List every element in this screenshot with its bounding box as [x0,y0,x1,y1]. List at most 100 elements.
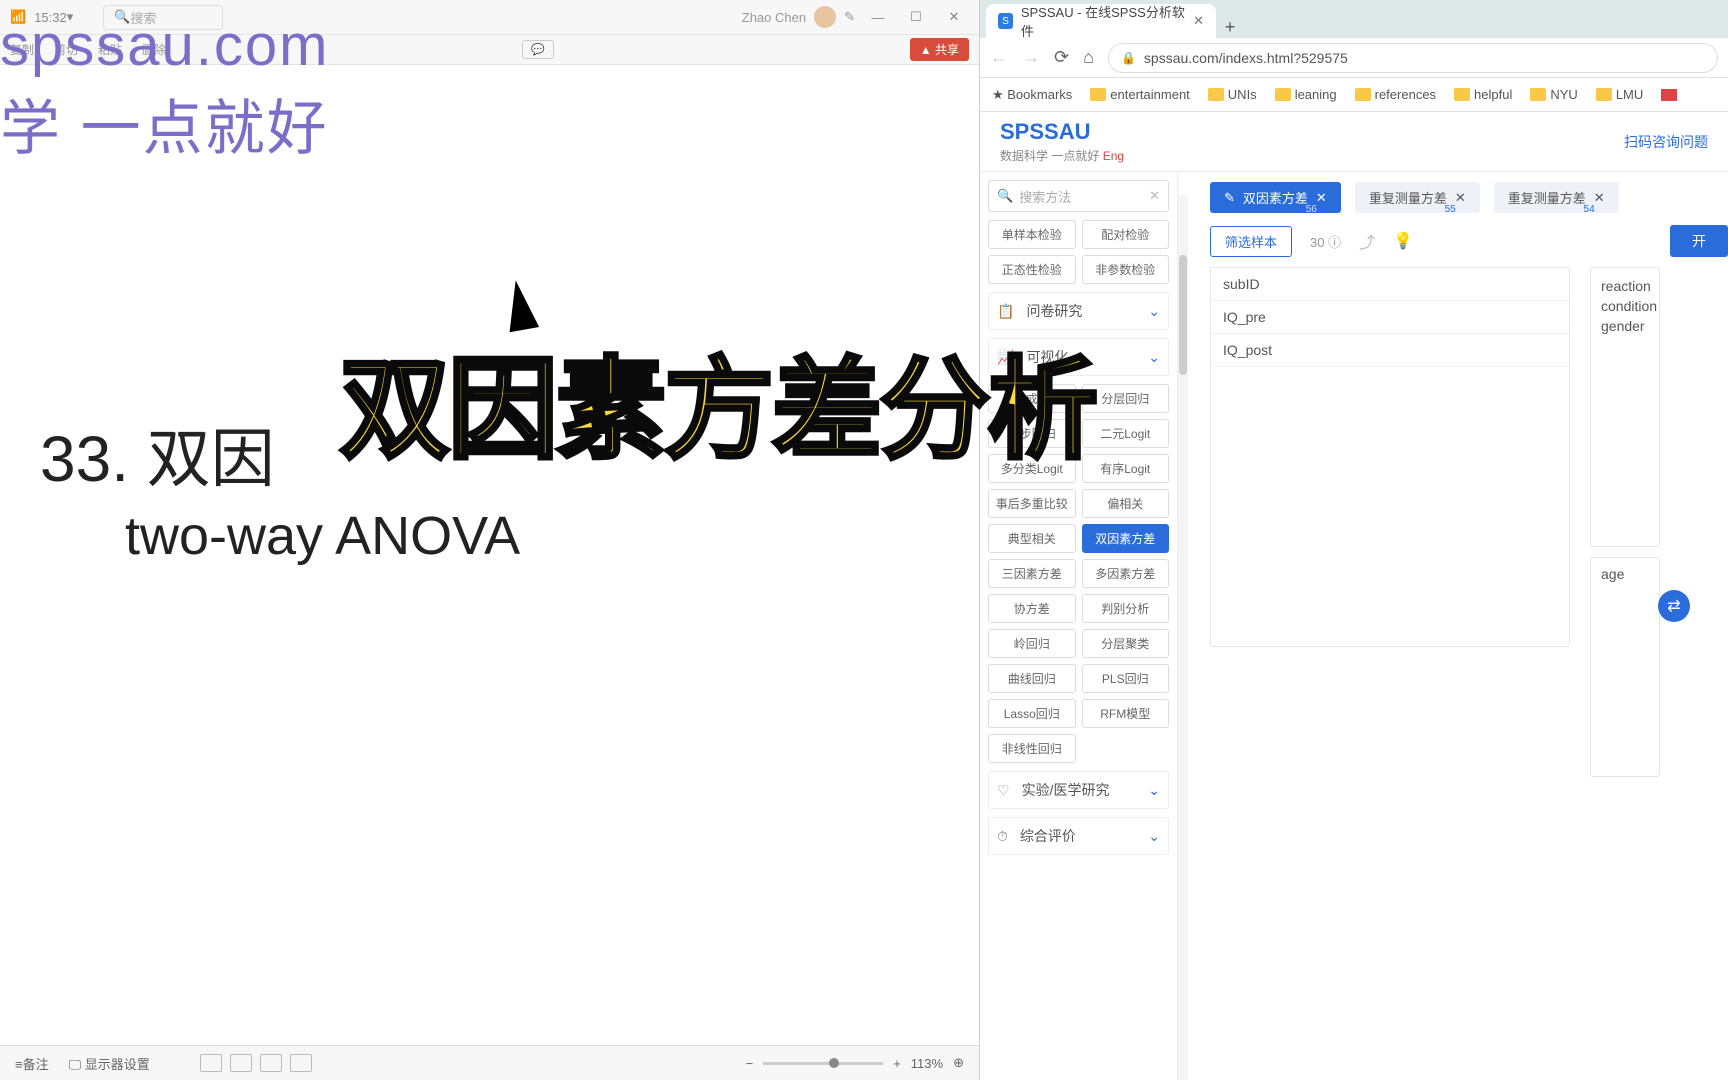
logo[interactable]: SPSSAU [1000,119,1124,145]
close-button[interactable]: ✕ [939,9,969,25]
method-tag[interactable]: 双因素方差 [1082,524,1170,553]
variable-item[interactable]: age [1601,566,1649,582]
tab-strip: S SPSSAU - 在线SPSS分析软件 ✕ + [980,0,1728,38]
view-slideshow[interactable] [290,1054,312,1072]
swap-button[interactable]: ⇄ [1658,590,1690,622]
home-button[interactable]: ⌂ [1083,47,1094,68]
filter-button[interactable]: 筛选样本 [1210,226,1292,257]
target-variables-bottom[interactable]: age [1590,557,1660,777]
zoom-in[interactable]: + [893,1056,901,1071]
maximize-button[interactable]: ☐ [901,9,931,25]
bookmark-folder[interactable]: helpful [1454,87,1512,102]
variable-item[interactable]: gender [1601,316,1649,336]
result-tab[interactable]: 重复测量方差55✕ [1355,182,1480,213]
method-tag[interactable]: PLS回归 [1082,664,1170,693]
folder-icon [1530,88,1546,101]
clear-icon[interactable]: ✕ [1149,188,1160,204]
chevron-down-icon: ⌄ [1148,349,1160,366]
bookmark-folder[interactable]: entertainment [1090,87,1190,102]
browser-tab[interactable]: S SPSSAU - 在线SPSS分析软件 ✕ [986,4,1216,38]
avatar[interactable] [814,6,836,28]
method-tag[interactable]: 正态性检验 [988,255,1076,284]
chat-button[interactable]: 💬 [522,40,554,59]
variable-item[interactable]: condition [1601,296,1649,316]
method-tag[interactable]: 非参数检验 [1082,255,1170,284]
back-button[interactable]: ← [990,47,1008,68]
spssau-body: 🔍 搜索方法 ✕ 单样本检验配对检验 正态性检验非参数检验 📋问卷研究⌄ 📈可视… [980,172,1728,1080]
forward-button[interactable]: → [1022,47,1040,68]
zoom-control: − + 113% ⊕ [746,1055,964,1071]
toolbar: 筛选样本 30 ⓘ ⤴ 💡 开 [1210,225,1728,257]
method-tag[interactable]: 单样本检验 [988,220,1076,249]
bookmark-folder[interactable]: LMU [1596,87,1643,102]
zoom-slider[interactable] [763,1062,883,1065]
method-tag[interactable]: 事后多重比较 [988,489,1076,518]
reload-button[interactable]: ⟳ [1054,47,1069,68]
username: Zhao Chen [742,10,806,25]
method-tag[interactable]: 岭回归 [988,629,1076,658]
statusbar: ≡备注 🖵 显示器设置 − + 113% ⊕ [0,1045,979,1080]
sidebar-scrollbar[interactable] [1178,195,1188,1080]
lock-icon: 🔒 [1121,51,1136,65]
category-eval[interactable]: ⏱综合评价⌄ [988,817,1169,855]
variable-item[interactable]: subID [1211,268,1569,301]
zoom-out[interactable]: − [746,1056,754,1071]
view-reading[interactable] [260,1054,282,1072]
method-tag[interactable]: 配对检验 [1082,220,1170,249]
search-icon: 🔍 [997,188,1013,204]
result-tab[interactable]: ✎ 双因素方差56✕ [1210,182,1341,213]
method-tag[interactable]: 三因素方差 [988,559,1076,588]
method-search[interactable]: 🔍 搜索方法 ✕ [988,180,1169,212]
tab-close-icon[interactable]: ✕ [1594,190,1605,206]
gmail-icon[interactable] [1661,89,1677,101]
tab-close-icon[interactable]: ✕ [1455,190,1466,206]
view-normal[interactable] [200,1054,222,1072]
sample-count: 30 ⓘ [1310,232,1341,251]
clock-icon: ⏱ [997,828,1008,845]
bookmark-folder[interactable]: references [1355,87,1436,102]
variable-item[interactable]: IQ_pre [1211,301,1569,334]
share-icon[interactable]: ⤴ [1359,229,1375,253]
folder-icon [1275,88,1291,101]
method-tag[interactable]: 多因素方差 [1082,559,1170,588]
bookmark-folder[interactable]: NYU [1530,87,1577,102]
method-tag[interactable]: 判别分析 [1082,594,1170,623]
variable-item[interactable]: reaction [1601,276,1649,296]
new-tab-button[interactable]: + [1216,17,1244,38]
bookmark-folder[interactable]: UNIs [1208,87,1257,102]
bookmarks-menu[interactable]: ★ Bookmarks [992,87,1072,103]
method-tag[interactable]: RFM模型 [1082,699,1170,728]
zoom-pct[interactable]: 113% [911,1056,943,1071]
slide-canvas: 33. 双因 two-way ANOVA [0,68,979,1045]
chevron-down-icon: ⌄ [1148,782,1160,799]
target-variables-top[interactable]: reactionconditiongender [1590,267,1660,547]
notes-button[interactable]: ≡备注 [15,1054,49,1073]
result-tab[interactable]: 重复测量方差54✕ [1494,182,1619,213]
method-tag[interactable]: 偏相关 [1082,489,1170,518]
minimize-button[interactable]: — [863,10,893,25]
tab-close-icon[interactable]: ✕ [1316,190,1327,206]
method-tag[interactable]: Lasso回归 [988,699,1076,728]
fit-icon[interactable]: ⊕ [953,1055,964,1071]
method-tag[interactable]: 典型相关 [988,524,1076,553]
tab-title: SPSSAU - 在线SPSS分析软件 [1021,2,1185,40]
variable-item[interactable]: IQ_post [1211,334,1569,367]
view-switcher [200,1054,312,1072]
method-tag[interactable]: 非线性回归 [988,734,1076,763]
address-bar[interactable]: 🔒 spssau.com/indexs.html?529575 [1108,43,1718,73]
run-button[interactable]: 开 [1670,225,1728,257]
display-settings-button[interactable]: 🖵 显示器设置 [69,1054,150,1073]
method-tag[interactable]: 分层聚类 [1082,629,1170,658]
view-sorter[interactable] [230,1054,252,1072]
category-experiment[interactable]: ♡实验/医学研究⌄ [988,771,1169,809]
method-tag[interactable]: 曲线回归 [988,664,1076,693]
edit-icon[interactable]: ✎ [844,9,855,25]
qr-consult-link[interactable]: 扫码咨询问题 [1624,132,1708,152]
share-button[interactable]: ▲ 共享 [910,38,969,61]
source-variables[interactable]: subIDIQ_preIQ_post [1210,267,1570,647]
hint-icon[interactable]: 💡 [1393,231,1413,251]
nav-bar: ← → ⟳ ⌂ 🔒 spssau.com/indexs.html?529575 [980,38,1728,78]
bookmark-folder[interactable]: leaning [1275,87,1337,102]
method-tag[interactable]: 协方差 [988,594,1076,623]
tab-close-icon[interactable]: ✕ [1193,13,1204,29]
